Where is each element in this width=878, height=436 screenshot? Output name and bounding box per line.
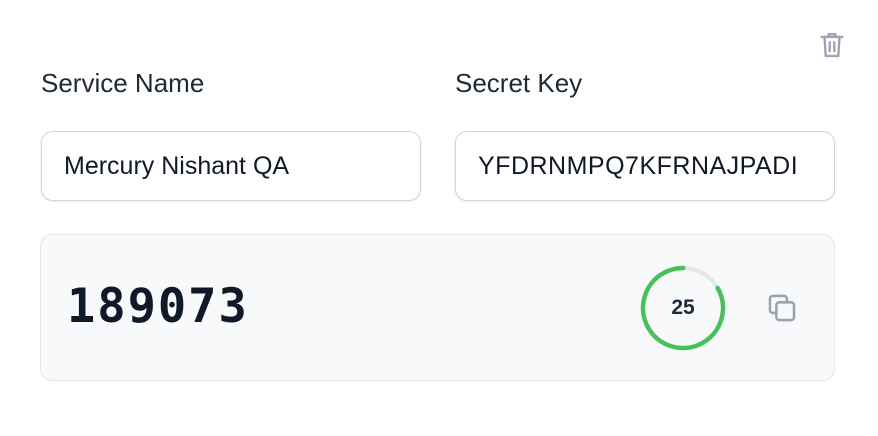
service-name-label: Service Name: [41, 68, 205, 98]
otp-entry-card: Service Name Secret Key 189073 25: [0, 0, 878, 436]
service-name-input[interactable]: [41, 131, 421, 201]
delete-button[interactable]: [815, 28, 849, 62]
otp-code: 189073: [67, 279, 249, 334]
countdown-timer: 25: [638, 263, 728, 353]
timer-seconds: 25: [671, 296, 695, 319]
secret-key-input[interactable]: [455, 131, 835, 201]
otp-panel: 189073 25: [40, 234, 835, 381]
secret-key-label: Secret Key: [455, 68, 583, 98]
copy-icon: [768, 294, 796, 322]
trash-icon: [820, 32, 844, 58]
copy-button[interactable]: [764, 290, 800, 326]
